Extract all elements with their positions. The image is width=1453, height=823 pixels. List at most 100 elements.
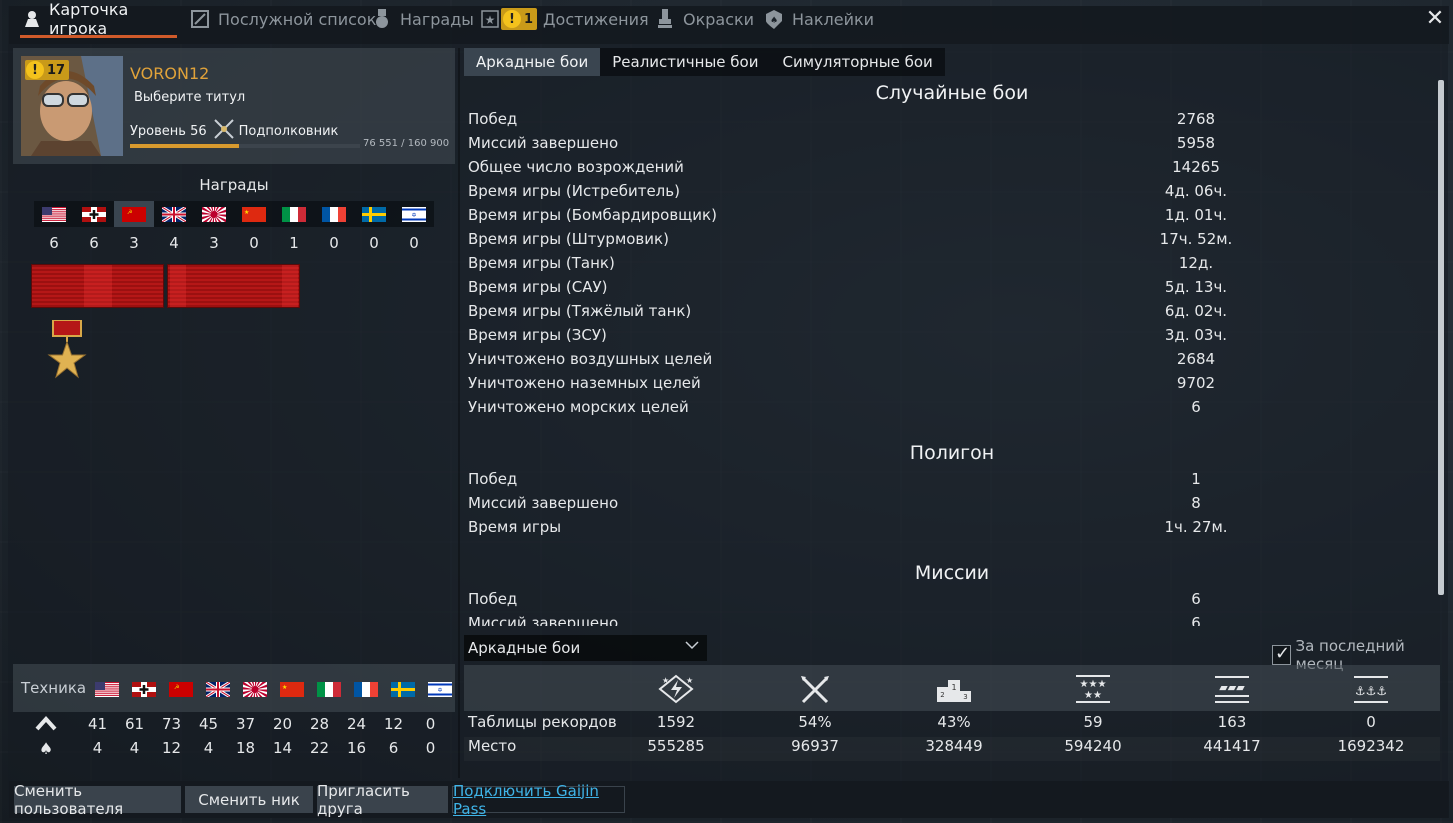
nickname: VORON12 bbox=[130, 64, 210, 83]
tab-awards[interactable]: Награды bbox=[372, 0, 474, 38]
tab-simulator[interactable]: Симуляторные бои bbox=[770, 48, 944, 76]
stat-value: 1ч. 27м. bbox=[1164, 518, 1228, 536]
flag-china-icon[interactable]: ★ bbox=[234, 201, 274, 227]
anchors-icon: ⚓⚓⚓ bbox=[1351, 673, 1391, 705]
stat-label: Побед bbox=[468, 470, 518, 488]
flag-ussr-icon: ☭ bbox=[162, 680, 199, 698]
stat-label: Время игры (Штурмовик) bbox=[468, 230, 669, 248]
award-ribbon[interactable] bbox=[167, 264, 300, 308]
tab-decals[interactable]: ♠ Наклейки bbox=[764, 0, 874, 38]
tab-service-record[interactable]: Послужной список bbox=[190, 0, 376, 38]
section-title-polygon: Полигон bbox=[909, 442, 995, 464]
flag-germany-icon bbox=[125, 680, 162, 698]
stats-panel[interactable]: Случайные бои Побед 2768 Миссий завершено 59… bbox=[464, 78, 1440, 626]
change-user-button[interactable]: Сменить пользователя bbox=[14, 782, 181, 818]
ribbon-stripe bbox=[170, 265, 186, 307]
awards-title: Награды bbox=[199, 176, 269, 194]
stat-value: 8 bbox=[1191, 494, 1201, 512]
flag-israel-icon[interactable]: ✡ bbox=[394, 201, 434, 227]
tab-paints[interactable]: Окраски bbox=[655, 0, 754, 38]
award-count: 0 bbox=[369, 234, 379, 252]
flag-britain-icon[interactable] bbox=[154, 201, 194, 227]
stat-label: Время игры (САУ) bbox=[468, 278, 608, 296]
medal-icon bbox=[372, 9, 392, 29]
section-title-missions: Миссии bbox=[914, 562, 990, 584]
podium-icon: 12 3 bbox=[934, 673, 974, 705]
rating-icon: ★ ★ bbox=[656, 673, 696, 705]
tab-player-card[interactable]: Карточка игрока bbox=[20, 0, 177, 38]
records-mode-select[interactable]: Аркадные бои bbox=[464, 635, 707, 661]
flag-japan-icon[interactable] bbox=[194, 201, 234, 227]
stat-value: 6 bbox=[1191, 590, 1201, 608]
vehicle-research-count: 61 bbox=[124, 715, 145, 733]
close-icon[interactable]: ✕ bbox=[1425, 8, 1445, 30]
vehicle-research-count: 37 bbox=[235, 715, 256, 733]
change-nick-button[interactable]: Сменить ник bbox=[185, 786, 313, 813]
stat-row: Время игры (Танк) 12д. bbox=[468, 254, 1428, 278]
tab-arcade[interactable]: Аркадные бои bbox=[464, 48, 601, 76]
stat-row: Уничтожено воздушных целей 2684 bbox=[468, 350, 1428, 374]
stat-value: 1 bbox=[1191, 470, 1201, 488]
gaijin-pass-link[interactable]: Подключить Gaijin Pass bbox=[452, 782, 625, 818]
flag-italy-icon[interactable] bbox=[274, 201, 314, 227]
vehicle-research-count: 0 bbox=[425, 715, 436, 733]
vehicles-premium-row: ♠ 4 4 12 4 18 14 22 16 6 0 bbox=[13, 739, 455, 758]
svg-text:★: ★ bbox=[282, 684, 287, 691]
svg-text:▰▰▰: ▰▰▰ bbox=[1219, 681, 1245, 694]
title-select[interactable]: Выберите титул bbox=[134, 90, 245, 105]
stat-value: 4д. 06ч. bbox=[1164, 182, 1228, 200]
stat-label: Общее число возрождений bbox=[468, 158, 684, 176]
stat-label: Уничтожено воздушных целей bbox=[468, 350, 713, 368]
stars-ground-icon: ▰▰▰ bbox=[1212, 673, 1252, 705]
vehicle-research-count: 41 bbox=[87, 715, 108, 733]
service-record-icon bbox=[190, 9, 210, 29]
research-icon bbox=[13, 715, 79, 735]
profile-card: ! 17 VORON12 Выберите титул Уровень 56 П… bbox=[13, 48, 455, 164]
tab-label: Награды bbox=[400, 9, 474, 29]
stat-value: 14265 bbox=[1172, 158, 1220, 176]
stat-label: Уничтожено наземных целей bbox=[468, 374, 701, 392]
stat-row: Время игры (ЗСУ) 3д. 03ч. bbox=[468, 326, 1428, 350]
flag-ussr-icon[interactable]: ☭ bbox=[114, 201, 154, 227]
badge-count: 1 bbox=[524, 11, 534, 27]
stat-value: 2768 bbox=[1176, 110, 1216, 128]
vehicle-premium-count: 14 bbox=[272, 739, 293, 757]
vehicle-premium-count: 16 bbox=[346, 739, 367, 757]
svg-text:♠: ♠ bbox=[770, 16, 778, 26]
avatar[interactable]: ! 17 bbox=[21, 56, 123, 156]
record-value: 594240 bbox=[1064, 737, 1122, 755]
tab-achievements[interactable]: ★ ! 1 Достижения bbox=[481, 0, 649, 38]
record-value: 441417 bbox=[1203, 737, 1261, 755]
hero-star-medal[interactable] bbox=[47, 319, 87, 382]
badge-count: 17 bbox=[47, 62, 66, 78]
achievements-badge: ! 1 bbox=[501, 8, 538, 30]
flag-japan-icon bbox=[236, 680, 273, 698]
award-count: 1 bbox=[289, 234, 299, 252]
tab-realistic[interactable]: Реалистичные бои bbox=[600, 48, 770, 76]
svg-text:★: ★ bbox=[485, 13, 496, 27]
stat-value: 6 bbox=[1191, 398, 1201, 416]
invite-friend-button[interactable]: Пригласить друга bbox=[317, 782, 448, 818]
stats-scrollbar[interactable] bbox=[1438, 80, 1444, 595]
flag-usa-icon[interactable] bbox=[34, 201, 74, 227]
stat-row: Время игры (Бомбардировщик) 1д. 01ч. bbox=[468, 206, 1428, 230]
chevron-down-icon bbox=[685, 639, 699, 654]
records-header: ★ ★ 123 ★★★ ★★ ▰▰▰ ⚓⚓⚓ bbox=[464, 665, 1440, 711]
award-ribbon[interactable] bbox=[31, 264, 164, 308]
award-count: 0 bbox=[409, 234, 419, 252]
stat-label: Миссий завершено bbox=[468, 134, 619, 152]
records-mode-value: Аркадные бои bbox=[468, 639, 581, 657]
vehicle-research-count: 12 bbox=[383, 715, 404, 733]
svg-text:★: ★ bbox=[244, 209, 249, 216]
flag-germany-icon[interactable] bbox=[74, 201, 114, 227]
vehicle-premium-count: 4 bbox=[92, 739, 103, 757]
stat-row: Время игры (Истребитель) 4д. 06ч. bbox=[468, 182, 1428, 206]
stat-row: Время игры 1ч. 27м. bbox=[468, 518, 1428, 542]
stat-label: Побед bbox=[468, 590, 518, 608]
vehicle-premium-count: 4 bbox=[203, 739, 214, 757]
stat-value: 5958 bbox=[1176, 134, 1216, 152]
records-row-label: Место bbox=[468, 737, 517, 755]
stat-value: 9702 bbox=[1176, 374, 1216, 392]
flag-france-icon[interactable] bbox=[314, 201, 354, 227]
flag-sweden-icon[interactable] bbox=[354, 201, 394, 227]
